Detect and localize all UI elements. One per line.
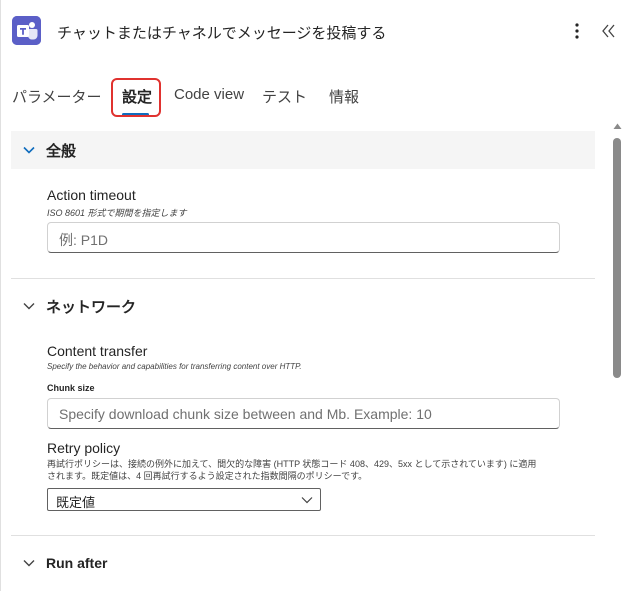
tab-test[interactable]: テスト — [262, 86, 307, 107]
section-network-title: ネットワーク — [46, 298, 137, 316]
section-run-after-title: Run after — [46, 555, 108, 571]
section-divider — [11, 278, 595, 279]
chevron-down-icon — [23, 560, 35, 567]
scroll-up-arrow-icon[interactable] — [613, 122, 622, 130]
chunk-size-label: Chunk size — [47, 383, 95, 393]
chevron-down-icon — [301, 497, 313, 504]
section-run-after-header[interactable]: Run after — [11, 544, 595, 582]
scrollbar-thumb[interactable] — [613, 138, 621, 378]
section-general-header[interactable]: 全般 — [11, 131, 595, 169]
retry-policy-description: 再試行ポリシーは、接続の例外に加えて、間欠的な障害 (HTTP 状態コード 40… — [47, 458, 592, 482]
more-vertical-icon[interactable] — [569, 21, 585, 41]
tab-parameters[interactable]: パラメーター — [12, 86, 102, 107]
action-timeout-input[interactable]: 例: P1D — [47, 222, 560, 253]
content-transfer-label: Content transfer — [47, 343, 148, 359]
chevron-down-icon — [23, 146, 35, 154]
action-title: チャットまたはチャネルでメッセージを投稿する — [57, 25, 387, 42]
tab-bar: パラメーター 設定 Code view テスト 情報 — [0, 76, 631, 120]
section-divider — [11, 535, 595, 536]
retry-policy-selected-value: 既定値 — [56, 495, 96, 510]
teams-icon — [12, 16, 41, 45]
tab-info[interactable]: 情報 — [329, 86, 359, 107]
tab-highlight-box — [111, 78, 161, 117]
action-timeout-label: Action timeout — [47, 187, 136, 203]
retry-policy-select[interactable]: 既定値 — [47, 488, 321, 511]
action-timeout-hint: ISO 8601 形式で期間を指定します — [47, 208, 187, 218]
tab-code-view[interactable]: Code view — [174, 86, 244, 103]
chunk-size-input[interactable]: Specify download chunk size between and … — [47, 398, 560, 429]
content-transfer-hint: Specify the behavior and capabilities fo… — [47, 362, 302, 371]
retry-policy-description-line2: されます。既定値は、4 回再試行するよう設定された指数間隔のポリシーです。 — [47, 471, 368, 481]
section-network-header[interactable]: ネットワーク — [11, 287, 595, 325]
chevron-down-icon — [23, 303, 35, 310]
double-chevron-left-icon[interactable] — [600, 21, 618, 41]
retry-policy-label: Retry policy — [47, 440, 121, 456]
action-header: チャットまたはチャネルでメッセージを投稿する — [0, 0, 631, 62]
retry-policy-description-line1: 再試行ポリシーは、接続の例外に加えて、間欠的な障害 (HTTP 状態コード 40… — [47, 459, 537, 469]
section-general-title: 全般 — [46, 142, 77, 160]
